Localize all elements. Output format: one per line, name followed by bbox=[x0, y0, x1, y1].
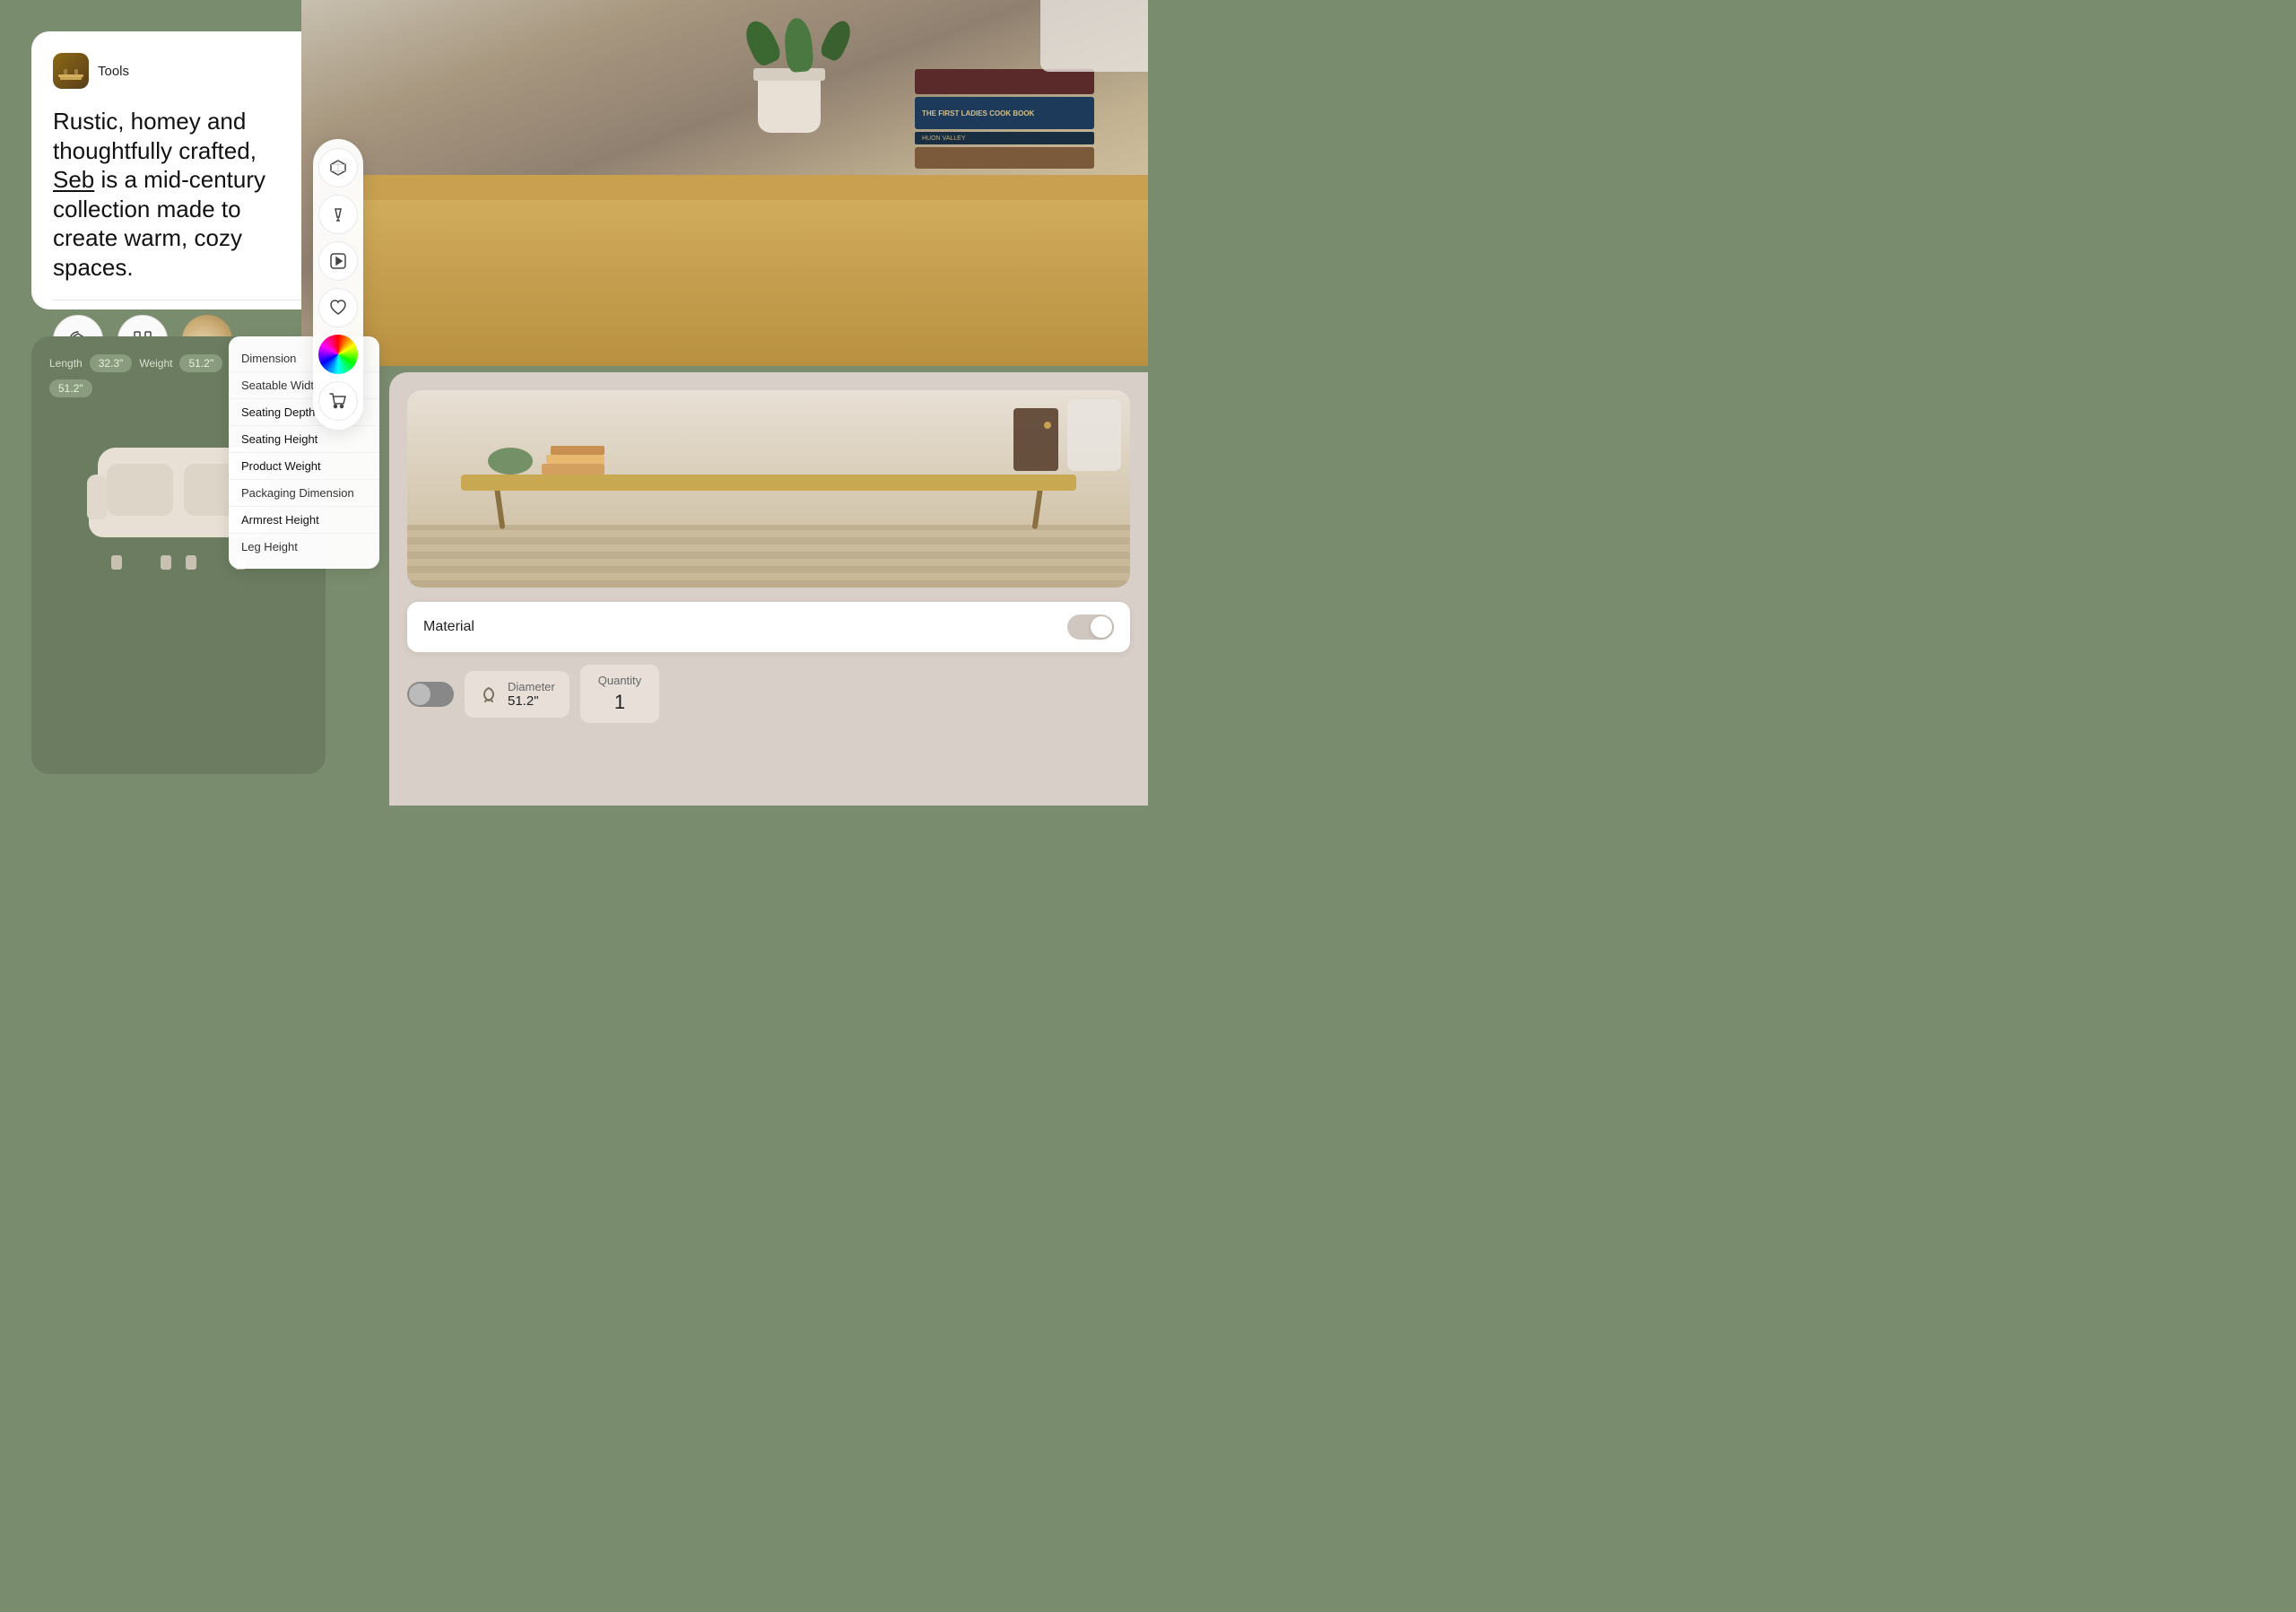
weight-label: Weight bbox=[139, 357, 172, 370]
dim-item-armrest-height[interactable]: Armrest Height bbox=[229, 507, 379, 534]
wishlist-button[interactable] bbox=[318, 288, 358, 327]
logo-row: Tools bbox=[53, 53, 304, 89]
length-value: 32.3" bbox=[90, 354, 133, 372]
headline-before: Rustic, homey and thoughtfully crafted, bbox=[53, 108, 257, 164]
bottom-controls-row: Diameter 51.2" Quantity 1 bbox=[407, 665, 1130, 723]
cart-button[interactable] bbox=[318, 381, 358, 421]
coffee-table-photo bbox=[407, 390, 1130, 588]
3d-view-button[interactable] bbox=[318, 148, 358, 187]
diameter-label: Diameter bbox=[508, 680, 555, 693]
dim-item-product-weight[interactable]: Product Weight bbox=[229, 453, 379, 480]
secondary-toggle-thumb bbox=[409, 684, 430, 705]
weight-value: 51.2" bbox=[179, 354, 222, 372]
hero-headline: Rustic, homey and thoughtfully crafted, … bbox=[53, 107, 304, 282]
material-card: Material bbox=[407, 602, 1130, 652]
photo-background: THE FIRST LADIES COOK BOOK HUON VALLEY bbox=[301, 0, 1148, 366]
card-divider bbox=[53, 300, 304, 301]
diameter-info: Diameter 51.2" bbox=[508, 680, 555, 709]
toggle-thumb bbox=[1091, 616, 1112, 638]
tool-panel bbox=[313, 139, 363, 430]
hero-photo: THE FIRST LADIES COOK BOOK HUON VALLEY bbox=[301, 0, 1148, 366]
lamp-button[interactable] bbox=[318, 195, 358, 234]
diameter-badge: Diameter 51.2" bbox=[465, 671, 570, 718]
hero-card: Tools Rustic, homey and thoughtfully cra… bbox=[31, 31, 326, 309]
diameter-icon bbox=[479, 684, 499, 704]
quantity-badge: Quantity 1 bbox=[580, 665, 659, 723]
material-label: Material bbox=[423, 619, 474, 635]
quantity-label: Quantity bbox=[598, 674, 641, 687]
material-toggle[interactable] bbox=[1067, 614, 1114, 640]
color-picker-button[interactable] bbox=[318, 335, 358, 374]
play-button[interactable] bbox=[318, 241, 358, 281]
dim-item-seating-height[interactable]: Seating Height bbox=[229, 426, 379, 453]
dim-item-leg-height[interactable]: Leg Height bbox=[229, 534, 379, 560]
height-value: 51.2" bbox=[49, 379, 92, 397]
product-detail-panel: Material Diameter 51.2" Quantity 1 bbox=[389, 372, 1148, 806]
brand-name-inline: Seb bbox=[53, 166, 94, 193]
brand-label: Tools bbox=[98, 64, 129, 79]
length-label: Length bbox=[49, 357, 83, 370]
secondary-toggle[interactable] bbox=[407, 682, 454, 707]
quantity-value: 1 bbox=[614, 691, 625, 713]
dim-item-packaging-dimension[interactable]: Packaging Dimension bbox=[229, 480, 379, 507]
diameter-value: 51.2" bbox=[508, 693, 555, 709]
brand-logo bbox=[53, 53, 89, 89]
